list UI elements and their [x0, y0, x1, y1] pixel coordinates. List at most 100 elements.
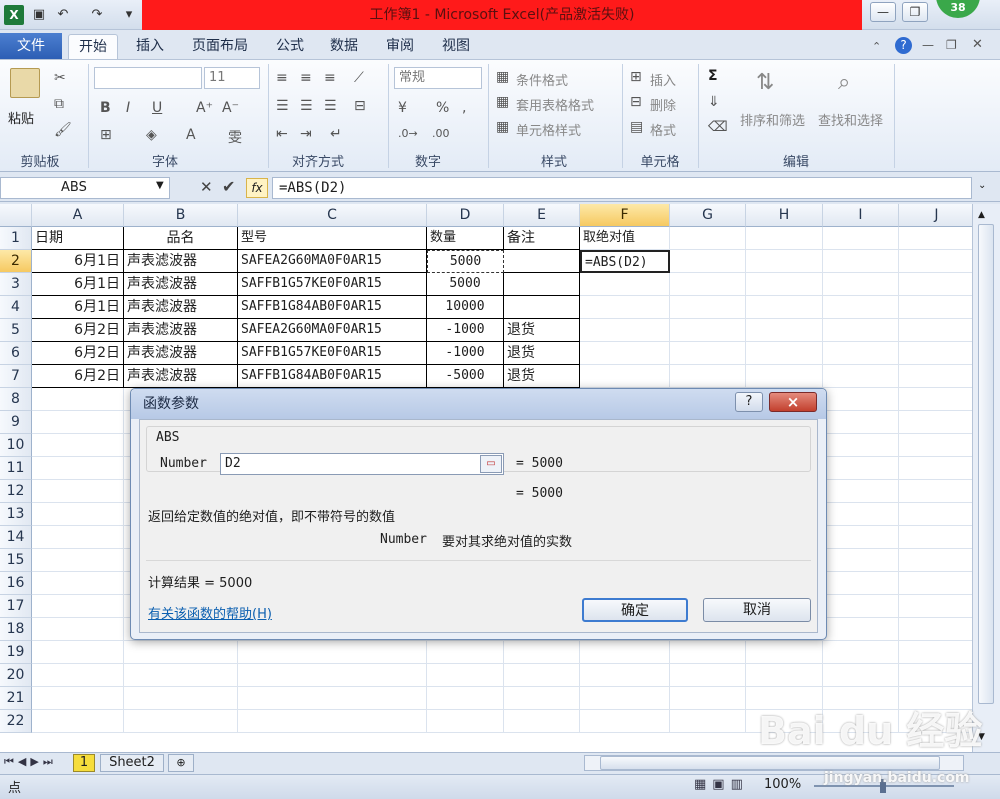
fill-color-icon[interactable]: ◈: [146, 127, 157, 143]
name-box-dropdown-icon[interactable]: ▼: [156, 180, 164, 191]
font-name-combo[interactable]: [94, 67, 202, 89]
empty-cell[interactable]: [899, 595, 972, 618]
empty-cell[interactable]: [427, 710, 504, 733]
empty-cell[interactable]: [238, 687, 427, 710]
currency-icon[interactable]: ¥: [398, 100, 407, 116]
empty-cell[interactable]: [823, 296, 899, 319]
row-header[interactable]: 17: [0, 595, 32, 618]
header-cell[interactable]: 数量: [427, 227, 504, 250]
empty-cell[interactable]: [746, 296, 823, 319]
empty-cell[interactable]: [504, 664, 580, 687]
sheet-tab[interactable]: Sheet2: [100, 754, 164, 772]
header-cell[interactable]: 型号: [238, 227, 427, 250]
empty-cell[interactable]: [823, 503, 899, 526]
row-header[interactable]: 3: [0, 273, 32, 296]
format-cells-icon[interactable]: ▤: [630, 119, 643, 135]
data-cell[interactable]: 声表滤波器: [124, 365, 238, 388]
empty-cell[interactable]: [899, 480, 972, 503]
data-cell[interactable]: [580, 296, 670, 319]
empty-cell[interactable]: [899, 549, 972, 572]
cancel-entry-icon[interactable]: ✕: [200, 178, 213, 196]
data-cell[interactable]: 6月1日: [32, 296, 124, 319]
function-arguments-dialog[interactable]: 函数参数 ? × ABS Number D2 ▭ = 5000 = 5000 返…: [130, 388, 827, 640]
empty-cell[interactable]: [823, 411, 899, 434]
tab-page-layout[interactable]: 页面布局: [182, 34, 258, 60]
empty-cell[interactable]: [32, 641, 124, 664]
empty-cell[interactable]: [746, 273, 823, 296]
decrease-indent-icon[interactable]: ⇤: [276, 126, 288, 142]
data-cell[interactable]: [580, 319, 670, 342]
data-cell[interactable]: 6月2日: [32, 342, 124, 365]
align-bottom-icon[interactable]: ≡: [324, 70, 336, 86]
row-header[interactable]: 5: [0, 319, 32, 342]
collapse-dialog-icon[interactable]: ▭: [480, 455, 502, 473]
tab-data[interactable]: 数据: [320, 34, 368, 60]
row-header[interactable]: 22: [0, 710, 32, 733]
tab-insert[interactable]: 插入: [126, 34, 174, 60]
undo-icon[interactable]: ↶: [54, 6, 72, 24]
insert-sheet-icon[interactable]: ⊕: [168, 754, 194, 772]
bold-button[interactable]: B: [100, 100, 111, 116]
name-box[interactable]: ABS: [0, 177, 170, 199]
empty-cell[interactable]: [899, 319, 972, 342]
empty-cell[interactable]: [746, 319, 823, 342]
percent-button[interactable]: %: [436, 100, 449, 116]
data-cell[interactable]: [504, 273, 580, 296]
data-cell[interactable]: SAFFB1G84AB0F0AR15: [238, 296, 427, 319]
empty-cell[interactable]: [823, 365, 899, 388]
empty-cell[interactable]: [32, 687, 124, 710]
vertical-scrollbar[interactable]: ▲ ▼: [972, 204, 1000, 752]
column-header[interactable]: I: [823, 204, 899, 227]
empty-cell[interactable]: [32, 457, 124, 480]
data-cell[interactable]: [580, 273, 670, 296]
wrap-text-icon[interactable]: ↵: [330, 126, 342, 142]
empty-cell[interactable]: [899, 572, 972, 595]
empty-cell[interactable]: [823, 641, 899, 664]
table-format-icon[interactable]: ▦: [496, 94, 509, 110]
empty-cell[interactable]: [670, 365, 746, 388]
empty-cell[interactable]: [32, 480, 124, 503]
empty-cell[interactable]: [580, 710, 670, 733]
header-cell[interactable]: 品名: [124, 227, 238, 250]
empty-cell[interactable]: [746, 664, 823, 687]
empty-cell[interactable]: [823, 273, 899, 296]
empty-cell[interactable]: [32, 503, 124, 526]
font-size-combo[interactable]: 11: [204, 67, 260, 89]
empty-cell[interactable]: [899, 365, 972, 388]
cell-styles-icon[interactable]: ▦: [496, 119, 509, 135]
find-binoculars-icon[interactable]: ⌕: [838, 70, 850, 95]
format-painter-icon[interactable]: 🖌: [54, 122, 72, 138]
empty-cell[interactable]: [823, 457, 899, 480]
empty-cell[interactable]: [746, 365, 823, 388]
empty-cell[interactable]: [124, 687, 238, 710]
active-cell[interactable]: =ABS(D2): [580, 250, 670, 273]
restore-button[interactable]: ❐: [902, 2, 928, 22]
shrink-font-icon[interactable]: A⁻: [222, 100, 239, 116]
align-top-icon[interactable]: ≡: [276, 70, 288, 86]
empty-cell[interactable]: [32, 664, 124, 687]
align-left-icon[interactable]: ☰: [276, 98, 289, 114]
empty-cell[interactable]: [670, 273, 746, 296]
data-cell[interactable]: [580, 365, 670, 388]
row-header[interactable]: 14: [0, 526, 32, 549]
autosum-button[interactable]: Σ: [708, 68, 718, 84]
save-icon[interactable]: ▣: [30, 6, 48, 24]
ok-button[interactable]: 确定: [582, 598, 688, 622]
data-cell[interactable]: 声表滤波器: [124, 296, 238, 319]
sort-filter-button[interactable]: 排序和筛选: [740, 110, 805, 129]
empty-cell[interactable]: [670, 710, 746, 733]
column-header[interactable]: H: [746, 204, 823, 227]
data-cell[interactable]: -1000: [427, 342, 504, 365]
empty-cell[interactable]: [899, 342, 972, 365]
row-header[interactable]: 20: [0, 664, 32, 687]
empty-cell[interactable]: [899, 457, 972, 480]
expand-formula-icon[interactable]: ⌄: [978, 180, 986, 191]
merge-icon[interactable]: ⊟: [354, 98, 366, 114]
empty-cell[interactable]: [124, 641, 238, 664]
empty-cell[interactable]: [32, 434, 124, 457]
data-cell[interactable]: 5000: [427, 273, 504, 296]
empty-cell[interactable]: [427, 664, 504, 687]
row-header[interactable]: 21: [0, 687, 32, 710]
row-header[interactable]: 11: [0, 457, 32, 480]
empty-cell[interactable]: [580, 687, 670, 710]
